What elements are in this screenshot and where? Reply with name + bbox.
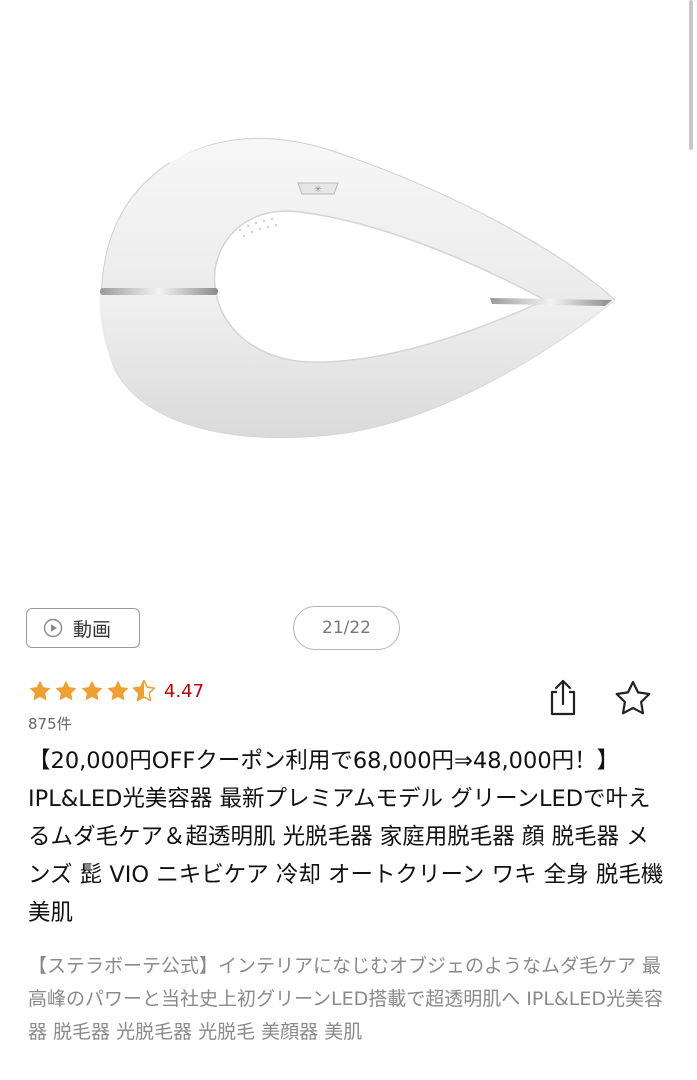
- share-button[interactable]: [546, 678, 580, 718]
- star-half-icon: [132, 679, 156, 702]
- favorite-button[interactable]: [614, 680, 652, 716]
- product-catch-copy: 【ステラボーテ公式】インテリアになじむオブジェのようなムダ毛ケア 最高峰のパワー…: [28, 955, 663, 1043]
- product-page: ✳ 動画 21/22 4.47 875件 【20,000円OFFクーポン利用で6…: [0, 0, 697, 1080]
- share-icon: [550, 679, 576, 716]
- video-button[interactable]: 動画: [26, 608, 140, 648]
- star-outline-icon: [615, 680, 651, 715]
- star-full-icon: [107, 680, 129, 701]
- play-icon: [43, 618, 63, 638]
- star-full-icon: [81, 680, 103, 701]
- star-full-icon: [29, 680, 51, 701]
- rating-value: 4.47: [164, 680, 205, 702]
- star-full-icon: [55, 680, 77, 701]
- video-button-label: 動画: [73, 618, 112, 641]
- svg-text:✳: ✳: [314, 185, 322, 195]
- product-image: ✳: [99, 130, 616, 438]
- review-count[interactable]: 875件: [28, 713, 72, 734]
- image-page-counter: 21/22: [293, 606, 400, 650]
- rating-stars: [28, 679, 158, 703]
- product-title: 【20,000円OFFクーポン利用で68,000円⇒48,000円！】IPL&L…: [28, 748, 664, 926]
- rating-row[interactable]: 4.47: [28, 676, 204, 706]
- product-image-gallery[interactable]: ✳: [0, 0, 690, 600]
